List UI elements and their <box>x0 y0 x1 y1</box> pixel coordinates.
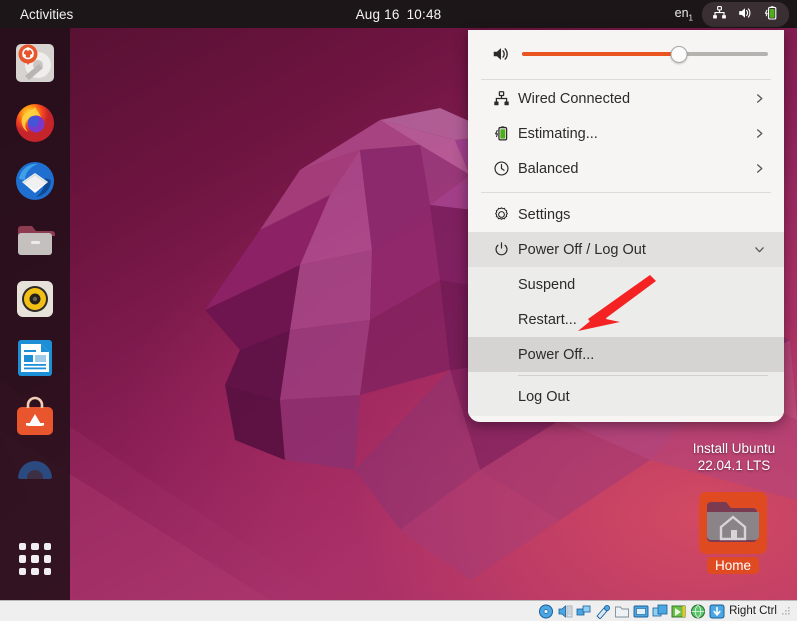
dock-item-files[interactable] <box>12 217 58 263</box>
power-icon <box>484 241 518 258</box>
grid-dot <box>43 543 51 551</box>
chevron-down-icon <box>750 244 768 255</box>
battery-charging-icon <box>763 5 779 24</box>
dock-item-ubuntu-software[interactable] <box>12 394 58 440</box>
chevron-right-icon <box>750 93 768 104</box>
grid-dot <box>31 555 39 563</box>
menu-item-settings-label: Settings <box>518 206 571 223</box>
clock-date: Aug 16 <box>355 6 400 22</box>
grid-dot <box>43 555 51 563</box>
battery-charging-icon <box>484 125 518 142</box>
shared-folders-icon[interactable] <box>614 604 630 619</box>
submenu-item-log-out-label: Log Out <box>518 388 570 405</box>
menu-item-power-profile[interactable]: Balanced <box>468 151 784 186</box>
menu-item-power-profile-label: Balanced <box>518 160 579 177</box>
show-applications-button[interactable] <box>12 536 58 582</box>
activities-button[interactable]: Activities <box>14 5 79 24</box>
clock-time: 10:48 <box>406 6 442 22</box>
optical-disk-icon[interactable] <box>538 604 554 619</box>
menu-item-battery-label: Estimating... <box>518 125 598 142</box>
keyboard-layout-index: 1 <box>688 13 693 23</box>
submenu-item-power-off-label: Power Off... <box>518 346 595 363</box>
desktop-icon-install-ubuntu[interactable]: Install Ubuntu 22.04.1 LTS <box>679 440 789 474</box>
menu-separator <box>481 79 771 80</box>
submenu-item-suspend-label: Suspend <box>518 276 576 293</box>
submenu-item-restart-label: Restart... <box>518 311 577 328</box>
home-folder-icon <box>699 492 767 554</box>
grid-dot <box>43 567 51 575</box>
top-bar: Activities Aug 16 10:48 en1 <box>0 0 797 28</box>
dock-item-firefox[interactable] <box>12 99 58 145</box>
wired-network-icon <box>712 5 727 23</box>
chevron-right-icon <box>750 163 768 174</box>
display-icon[interactable] <box>633 604 649 619</box>
keyboard-layout-label: en <box>674 5 689 20</box>
dock-item-ubuntu-installer[interactable] <box>12 40 58 86</box>
grid-dot <box>31 567 39 575</box>
menu-item-wired-label: Wired Connected <box>518 90 631 107</box>
submenu-item-suspend[interactable]: Suspend <box>468 267 784 302</box>
chevron-right-icon <box>750 128 768 139</box>
host-key-icon[interactable] <box>709 604 725 619</box>
network-icon[interactable] <box>576 604 592 619</box>
submenu-item-restart[interactable]: Restart... <box>468 302 784 337</box>
install-ubuntu-label-line1: Install Ubuntu <box>692 441 776 456</box>
submenu-item-log-out[interactable]: Log Out <box>468 379 784 414</box>
power-profile-icon <box>484 160 518 177</box>
grid-dot <box>19 543 27 551</box>
submenu-separator <box>518 375 768 376</box>
dock-item-help[interactable] <box>12 453 58 479</box>
wired-network-icon <box>484 90 518 107</box>
usb-icon[interactable] <box>595 604 611 620</box>
submenu-item-power-off[interactable]: Power Off... <box>468 337 784 372</box>
globe-icon[interactable] <box>690 604 706 619</box>
grid-dot <box>19 555 27 563</box>
vbox-indicator-icons <box>538 604 725 620</box>
menu-separator <box>481 192 771 193</box>
volume-row[interactable] <box>468 30 784 78</box>
virtualbox-status-bar: Right Ctrl <box>0 600 797 621</box>
grid-dot <box>19 567 27 575</box>
dock-item-thunderbird[interactable] <box>12 158 58 204</box>
volume-slider-fill <box>522 52 680 56</box>
volume-slider[interactable] <box>522 44 768 64</box>
keyboard-layout-indicator[interactable]: en1 <box>675 6 693 23</box>
desktop: Install Ubuntu 22.04.1 LTS Home Wired Co… <box>0 0 797 600</box>
system-menu-panel: Wired Connected Estimating... Balanced S… <box>468 30 784 422</box>
audio-icon[interactable] <box>557 604 573 619</box>
menu-item-power-off-log-out-label: Power Off / Log Out <box>518 241 646 258</box>
volume-icon[interactable] <box>484 44 518 64</box>
host-key-label: Right Ctrl <box>729 605 777 617</box>
resize-grip-icon[interactable] <box>782 606 791 616</box>
volume-icon <box>737 5 753 24</box>
menu-item-battery[interactable]: Estimating... <box>468 116 784 151</box>
gear-icon <box>484 206 518 223</box>
grid-dot <box>31 543 39 551</box>
recording-icon[interactable] <box>652 604 668 619</box>
volume-slider-handle[interactable] <box>670 45 688 63</box>
clock-button[interactable]: Aug 16 10:48 <box>356 7 442 22</box>
install-ubuntu-label-line2: 22.04.1 LTS <box>697 458 771 473</box>
dock-item-rhythmbox[interactable] <box>12 276 58 322</box>
menu-item-wired[interactable]: Wired Connected <box>468 81 784 116</box>
desktop-icon-home[interactable]: Home <box>695 492 771 575</box>
dock-item-libreoffice-writer[interactable] <box>12 335 58 381</box>
system-indicators-area: en1 <box>675 1 789 27</box>
dock <box>0 28 70 600</box>
home-icon-label: Home <box>706 557 759 574</box>
power-submenu: Suspend Restart... Power Off... Log Out <box>468 267 784 416</box>
mouse-integration-icon[interactable] <box>671 604 687 619</box>
status-indicators-button[interactable] <box>702 1 789 27</box>
menu-item-power-off-log-out[interactable]: Power Off / Log Out <box>468 232 784 267</box>
menu-item-settings[interactable]: Settings <box>468 197 784 232</box>
